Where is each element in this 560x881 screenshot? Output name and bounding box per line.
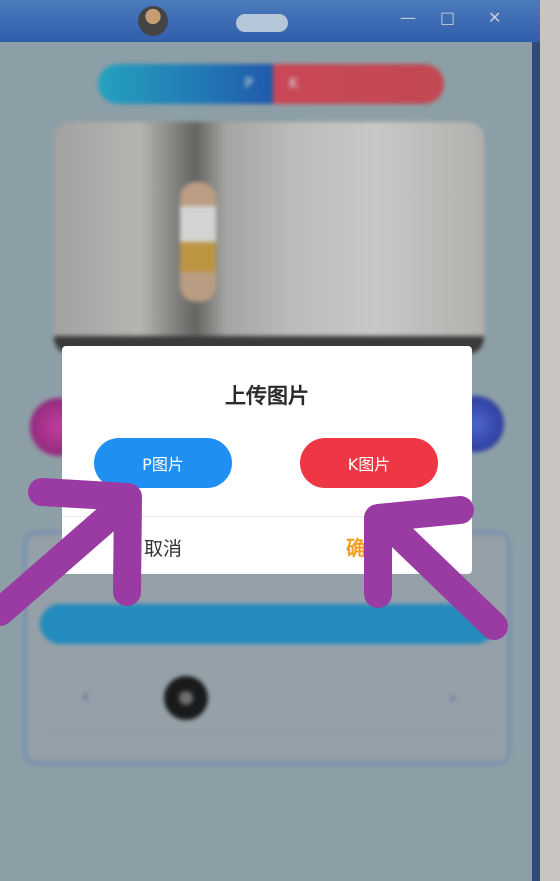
confirm-button[interactable]: 确 [346, 532, 366, 561]
p-image-button[interactable]: P图片 [94, 438, 232, 488]
k-image-button[interactable]: K图片 [300, 438, 438, 488]
upload-image-dialog: 上传图片 P图片 K图片 取消 确 [62, 346, 472, 574]
dialog-title: 上传图片 [225, 384, 309, 408]
app-window: — □ ✕ P K ‹ › 上传图片 P图片 K图片 取消 确 [0, 0, 540, 881]
cancel-button[interactable]: 取消 [144, 534, 182, 561]
dialog-divider [62, 516, 472, 517]
